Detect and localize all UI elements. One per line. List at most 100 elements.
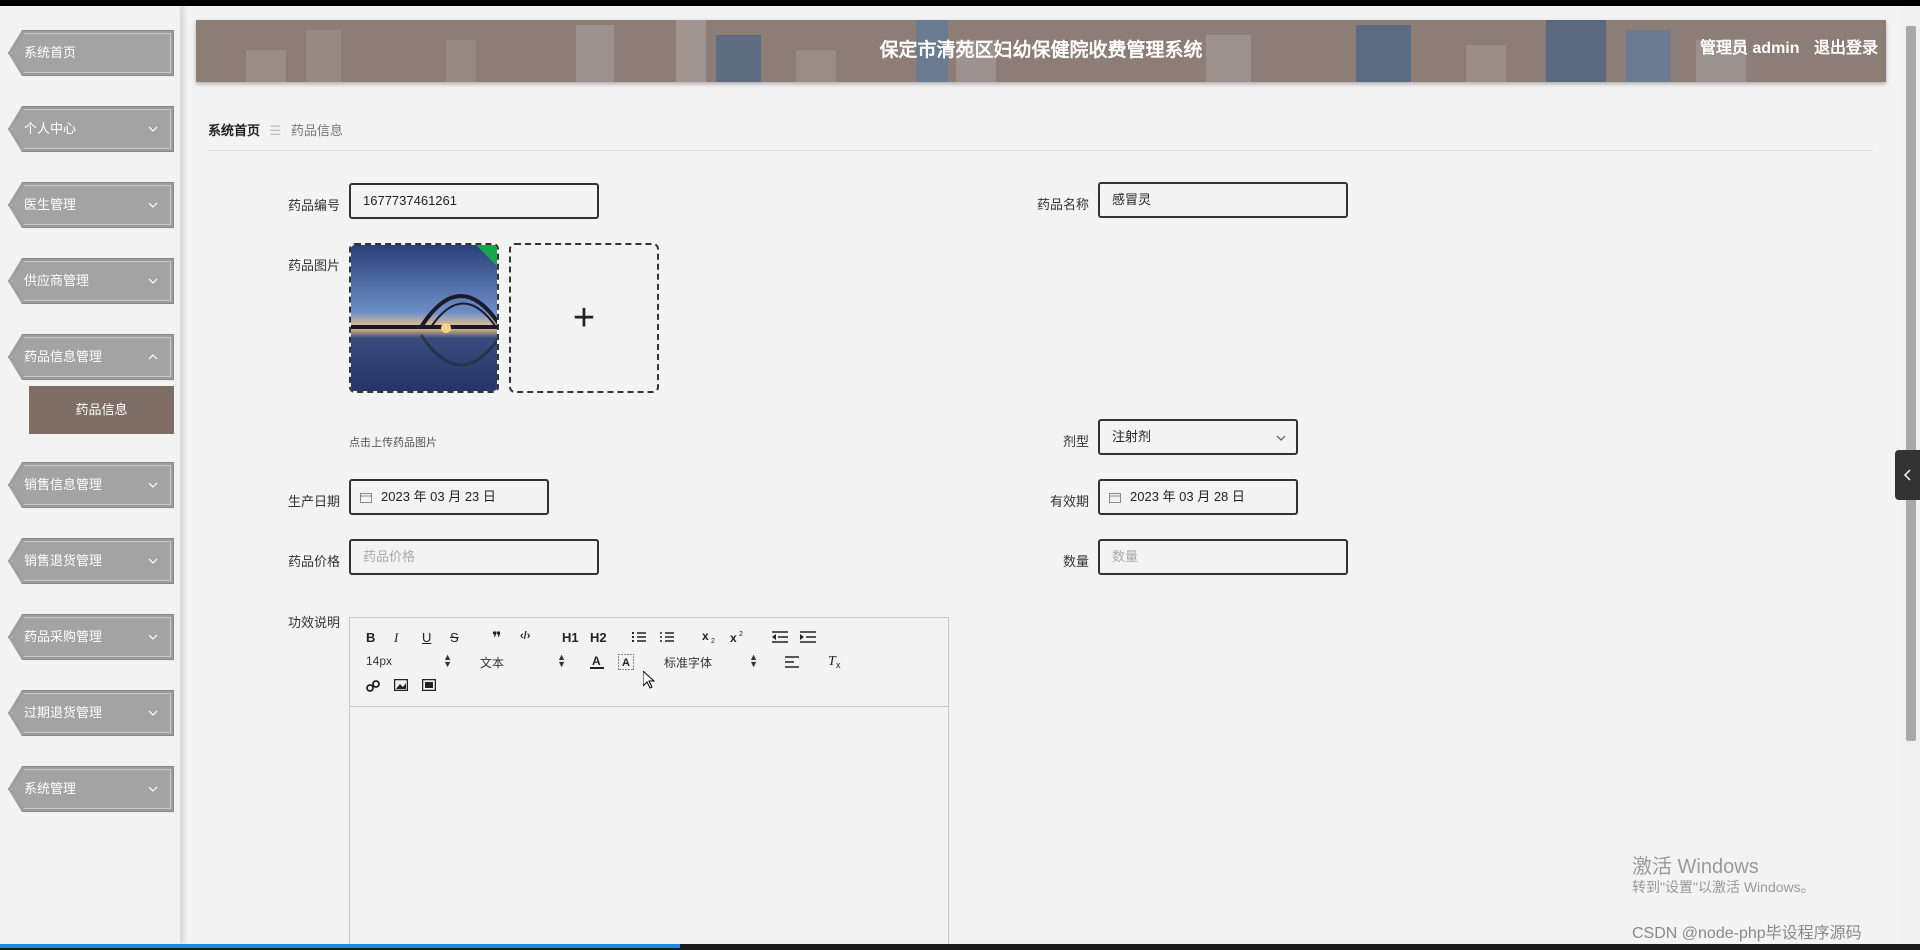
editor-toolbar: B I U S ❞ ‹/› H1 H2 x2 x2 14px ▲ ▼ 文本 ▲ ▼ … [350,618,948,707]
code-field[interactable]: 1677737461261 [349,183,599,219]
superscript-icon[interactable]: x2 [730,630,746,644]
sidebar-item-label: 系统首页 [24,45,77,60]
sidebar-item-home[interactable]: 系统首页 [8,30,174,76]
prod-date-value: 2023 年 03 月 23 日 [381,489,496,504]
sidebar-item-doctor[interactable]: 医生管理 [8,182,174,228]
breadcrumb-separator-icon: ☰ [269,123,282,138]
scrollbar-thumb[interactable] [1906,26,1916,741]
sidebar-item-expired-return[interactable]: 过期退货管理 [8,690,174,736]
chevron-down-icon [148,710,158,716]
bridge-sunset-image [351,245,497,391]
updown-icon: ▲ ▼ [749,652,758,669]
mouse-cursor-icon [643,671,655,689]
chevron-up-icon [148,354,158,360]
svg-text:A: A [592,654,601,668]
video-icon[interactable] [422,679,436,691]
chevron-down-icon [148,558,158,564]
prod-date-label: 生产日期 [287,494,340,509]
font-family-select[interactable]: 标准字体 ▲ ▼ [664,652,758,671]
qty-input[interactable]: 数量 [1098,539,1348,575]
price-label: 药品价格 [287,554,340,569]
dosage-select[interactable]: 注射剂 [1098,419,1298,455]
prod-date-picker[interactable]: 2023 年 03 月 23 日 [349,479,549,515]
font-size-value: 14px [366,654,393,668]
dosage-value: 注射剂 [1112,429,1152,444]
expiry-date-value: 2023 年 03 月 28 日 [1130,489,1245,504]
updown-icon: ▲ ▼ [557,652,566,669]
header1-button[interactable]: H1 [562,630,579,645]
calendar-icon [1109,493,1121,503]
qty-label: 数量 [1062,554,1089,569]
rich-text-editor: B I U S ❞ ‹/› H1 H2 x2 x2 14px ▲ ▼ 文本 ▲ ▼ … [349,617,949,950]
text-color-icon[interactable]: A [590,654,604,670]
sidebar-item-supplier[interactable]: 供应商管理 [8,258,174,304]
expiry-date-picker[interactable]: 2023 年 03 月 28 日 [1098,479,1298,515]
logout-link[interactable]: 退出登录 [1814,40,1878,57]
sidebar-item-label: 医生管理 [24,197,77,212]
svg-text:2: 2 [711,638,715,644]
svg-text:2: 2 [739,631,743,638]
sidebar-item-label: 销售退货管理 [24,553,103,568]
chevron-down-icon [148,786,158,792]
sidebar-item-drug-info[interactable]: 药品信息管理 [8,334,174,380]
page-title: 保定市清苑区妇幼保健院收费管理系统 [879,40,1203,61]
sidebar-item-sales-return[interactable]: 销售退货管理 [8,538,174,584]
subscript-icon[interactable]: x2 [702,630,718,644]
sidebar-item-label: 销售信息管理 [24,477,103,492]
header-type-value: 文本 [480,656,505,670]
font-family-value: 标准字体 [664,656,713,670]
plus-icon: + [572,297,596,339]
chevron-down-icon [148,126,158,132]
sidebar-item-label: 药品信息管理 [24,349,103,364]
code-block-icon[interactable]: ‹/› [520,630,530,642]
upload-button[interactable]: + [509,243,659,393]
windows-activation-text: 转到"设置"以激活 Windows。 [1632,879,1815,895]
divider [208,150,1873,151]
italic-button[interactable]: I [394,630,398,646]
sidebar-item-sales-info[interactable]: 销售信息管理 [8,462,174,508]
sidebar-item-label: 系统管理 [24,781,77,796]
image-label: 药品图片 [287,258,340,273]
sidebar-item-label: 药品采购管理 [24,629,103,644]
svg-text:A: A [622,657,630,669]
font-size-select[interactable]: 14px ▲ ▼ [366,652,452,670]
svg-text:x: x [702,630,709,643]
clear-format-icon[interactable]: Tx [828,653,844,669]
chevron-down-icon [1276,435,1286,441]
align-icon[interactable] [785,656,799,668]
sidebar-item-personal-center[interactable]: 个人中心 [8,106,174,152]
sidebar-item-system[interactable]: 系统管理 [8,766,174,812]
expiry-label: 有效期 [1049,494,1089,509]
uploaded-image[interactable] [349,243,499,393]
updown-icon: ▲ ▼ [443,652,452,669]
chevron-down-icon [148,202,158,208]
header2-button[interactable]: H2 [590,630,607,645]
bold-button[interactable]: B [366,630,375,645]
header-type-select[interactable]: 文本 ▲ ▼ [480,652,566,671]
code-label: 药品编号 [287,198,340,213]
svg-text:x: x [730,631,737,644]
header-banner: 保定市清苑区妇幼保健院收费管理系统 管理员 admin 退出登录 [196,20,1886,82]
price-input[interactable]: 药品价格 [349,539,599,575]
indent-icon[interactable] [800,631,816,643]
strike-button[interactable]: S [450,630,459,645]
breadcrumb-home[interactable]: 系统首页 [208,123,260,138]
ordered-list-icon[interactable] [632,631,646,643]
quote-icon[interactable]: ❞ [492,628,501,648]
sidebar-item-drug-purchase[interactable]: 药品采购管理 [8,614,174,660]
sidebar-item-label: 个人中心 [24,121,77,136]
user-name: 管理员 admin [1699,40,1800,57]
bullet-list-icon[interactable] [660,631,674,643]
window-top-edge [0,0,1920,6]
link-icon[interactable] [366,679,380,693]
background-color-icon[interactable]: A [618,654,634,670]
underline-button[interactable]: U [422,630,431,645]
image-icon[interactable] [394,679,408,691]
windows-activation-title: 激活 Windows [1632,856,1759,878]
sidebar-subitem-drug-info[interactable]: 药品信息 [29,386,174,434]
side-panel-toggle[interactable] [1895,450,1920,500]
outdent-icon[interactable] [772,631,788,643]
chevron-down-icon [148,482,158,488]
svg-text:x: x [836,660,841,669]
name-field[interactable]: 感冒灵 [1098,182,1348,218]
